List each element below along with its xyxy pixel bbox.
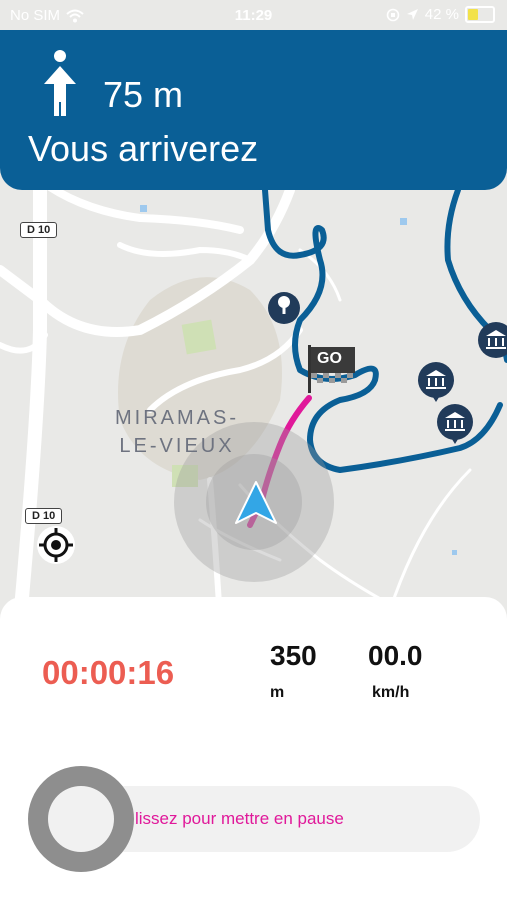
location-arrow-icon (406, 9, 418, 20)
road-badge: D 10 (20, 222, 58, 238)
road-badge: D 10 (25, 508, 63, 524)
pause-slider-handle[interactable] (28, 766, 134, 872)
place-label-line2: LE-VIEUX (119, 435, 235, 457)
speed-value: 00.0 (368, 640, 423, 671)
crosshair-icon (37, 526, 75, 564)
navigation-banner: 75 m Vous arriverez (0, 30, 507, 190)
place-label: MIRAMAS- LE-VIEUX (112, 404, 242, 460)
go-flag-icon: GO (306, 345, 358, 398)
go-label: GO (317, 350, 342, 367)
elapsed-time: 00:00:16 (42, 654, 175, 691)
battery-percent: 42 % (424, 6, 459, 23)
maneuver-instruction: Vous arriverez (28, 128, 259, 169)
speed-unit: km/h (372, 684, 410, 701)
distance-unit: m (270, 684, 285, 701)
place-label-line1: MIRAMAS- (115, 407, 239, 429)
orientation-lock-icon (386, 8, 400, 21)
distance-value: 350 (270, 640, 317, 671)
maneuver-distance: 75 m (103, 74, 184, 115)
recenter-button[interactable] (36, 525, 76, 565)
status-bar: No SIM 11:29 42 % (0, 0, 507, 30)
battery-icon (465, 6, 495, 23)
straight-arrow-icon (44, 50, 76, 116)
pause-slider-label: lissez pour mettre en pause (135, 809, 344, 828)
